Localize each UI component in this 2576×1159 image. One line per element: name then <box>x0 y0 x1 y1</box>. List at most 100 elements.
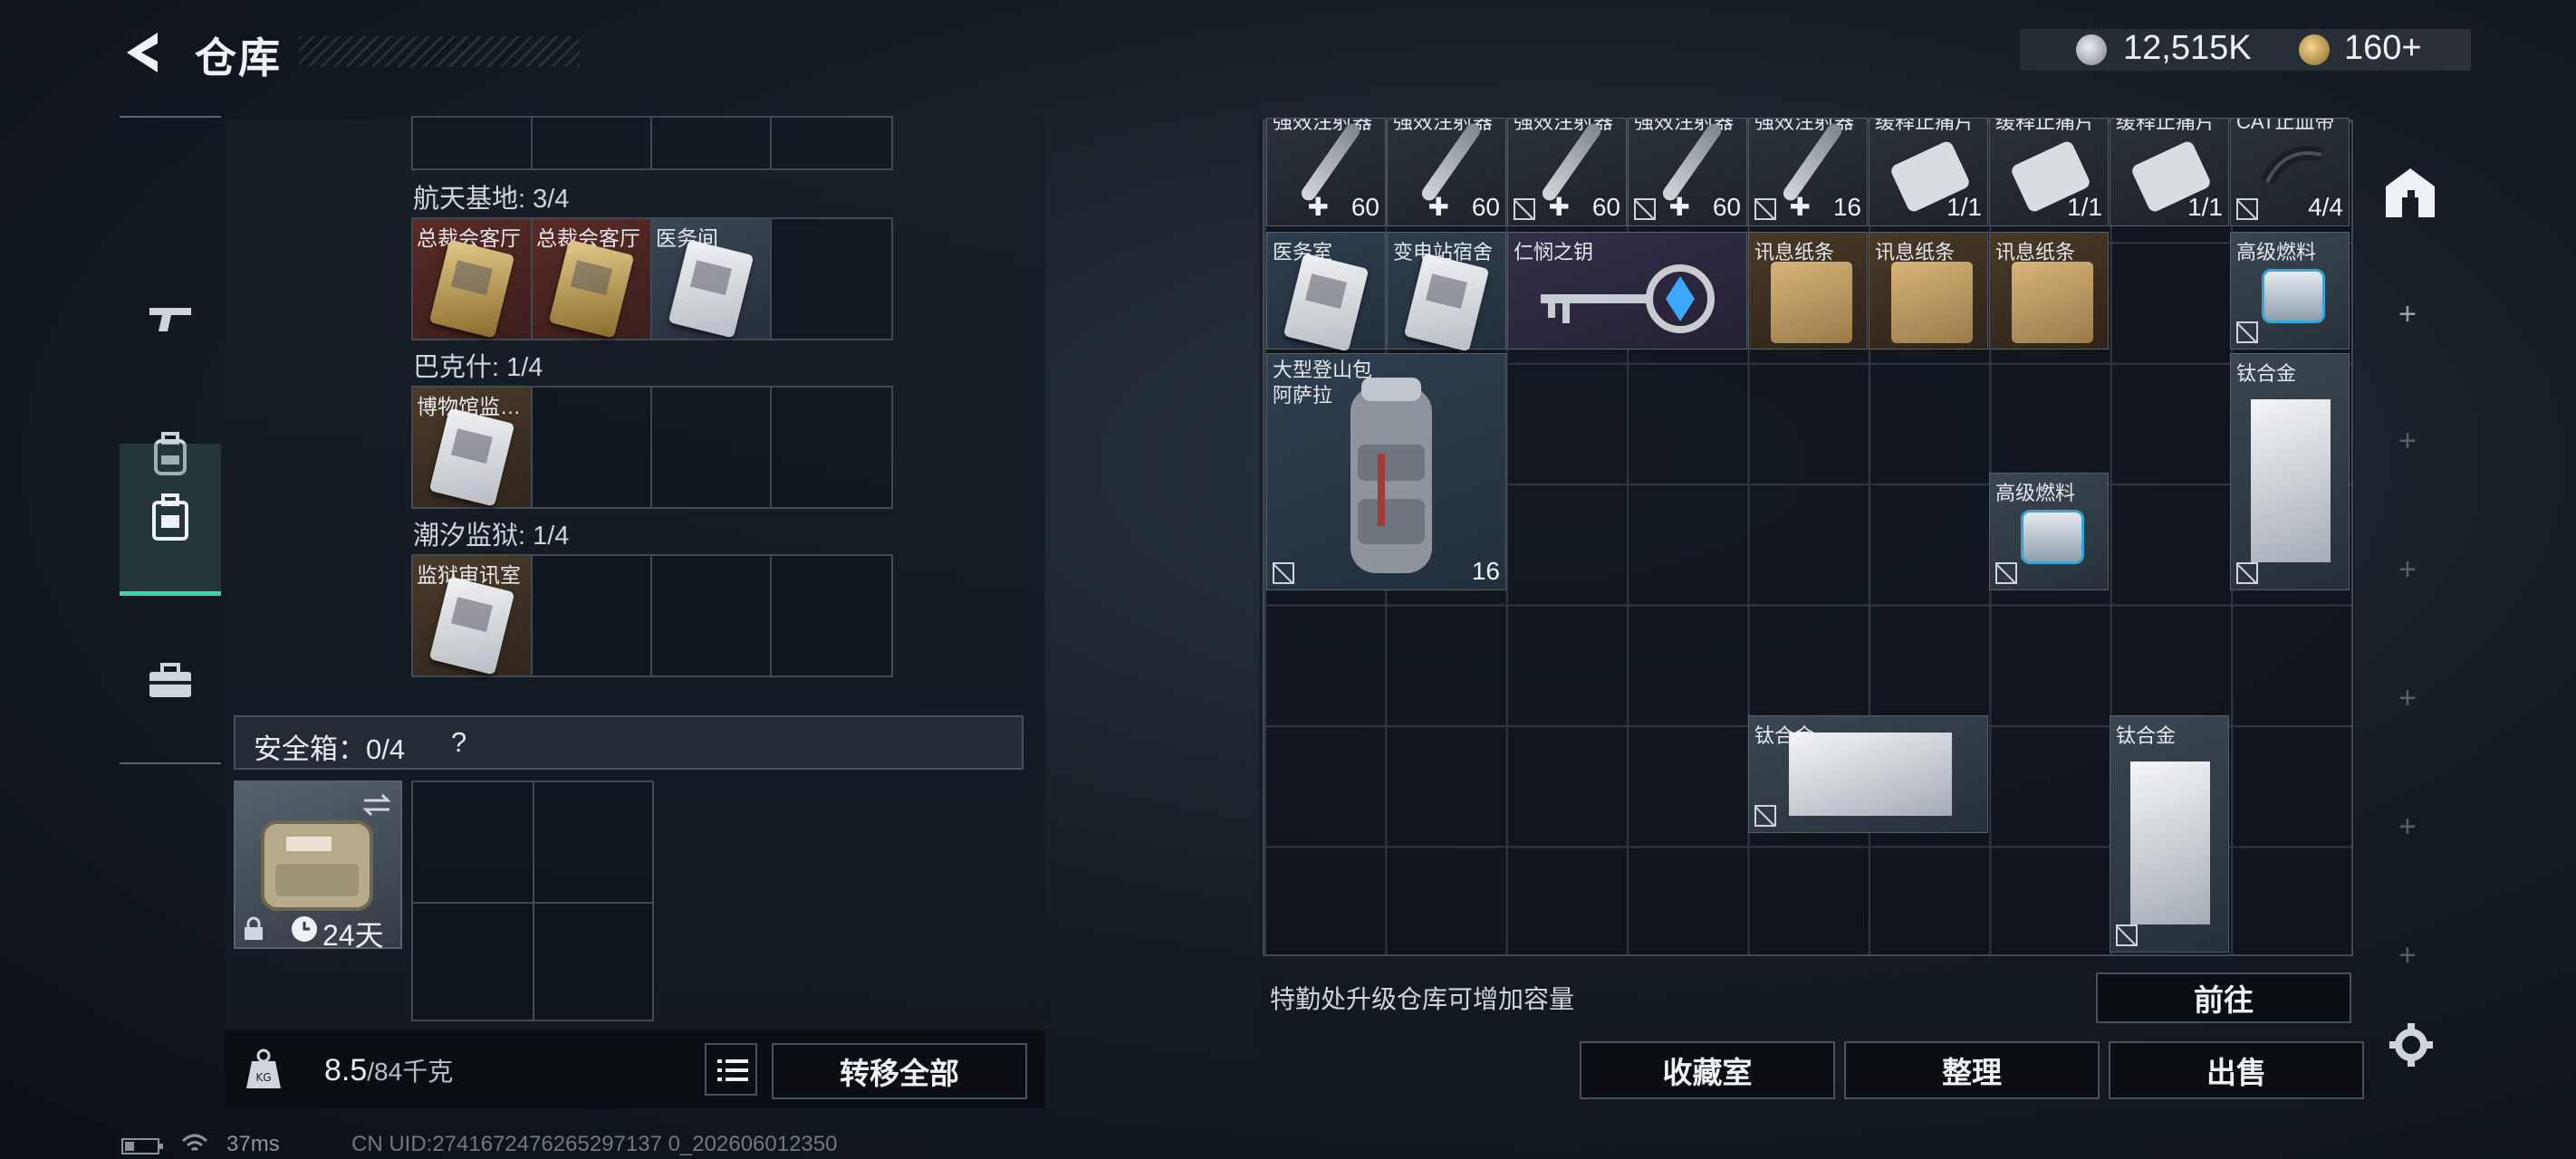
nav-storage[interactable] <box>120 444 221 596</box>
pill-item[interactable]: 缓释止痛片 1/1 <box>1869 118 1988 226</box>
item-label: 高级燃料 <box>2236 241 2317 263</box>
gold-balance[interactable]: 160+ <box>2344 29 2422 68</box>
title-decoration <box>299 36 580 67</box>
item-label: 缓释止痛片 <box>2116 118 2216 133</box>
empty-slot[interactable] <box>533 388 652 507</box>
item-label: CAT止血带 <box>2236 118 2335 133</box>
key-row-bakesh: 博物馆监… <box>411 386 893 509</box>
injector-item[interactable]: 强效注射器 16 ✚ <box>1748 118 1868 226</box>
empty-slot[interactable] <box>652 388 772 507</box>
item-count: 16 <box>1832 193 1861 221</box>
keycard-icon <box>1283 253 1370 352</box>
key-row-aerospace: 总裁会客厅 总裁会客厅 医务间 <box>411 217 893 340</box>
silver-balance: 12,515K <box>2123 29 2252 67</box>
message-note-item[interactable]: 讯息纸条 <box>1869 232 1988 350</box>
fuel-item[interactable]: 高级燃料 <box>1989 473 2109 590</box>
keycard-icon <box>548 239 635 339</box>
titanium-item[interactable]: 钛合金 <box>2110 715 2229 953</box>
organize-button[interactable]: 整理 <box>1844 1041 2100 1099</box>
lock-icon <box>245 916 263 940</box>
top-bar: 仓库 12,515K 160+ <box>0 0 2576 109</box>
page-title: 仓库 <box>195 34 282 81</box>
injector-item[interactable]: 强效注射器 60 ✚ <box>1507 118 1627 226</box>
battery-icon <box>121 1138 163 1154</box>
slot[interactable] <box>772 118 891 168</box>
message-note-item[interactable]: 讯息纸条 <box>1748 232 1868 350</box>
item-count: 60 <box>1712 193 1741 221</box>
help-icon[interactable]: ? <box>451 726 466 759</box>
transfer-all-button[interactable]: 转移全部 <box>772 1043 1027 1099</box>
safe-box-item[interactable]: 24天 <box>234 781 402 952</box>
settings-gear-icon[interactable] <box>2388 1021 2435 1068</box>
item-count: 60 <box>1350 193 1379 221</box>
titanium-item[interactable]: 钛合金 <box>2230 353 2350 590</box>
slot[interactable] <box>413 118 533 168</box>
swap-icon[interactable] <box>360 791 393 819</box>
nav-weapons[interactable] <box>120 268 221 369</box>
add-tab-icon[interactable]: + <box>2398 297 2417 332</box>
clock-icon <box>292 916 317 942</box>
collection-button[interactable]: 收藏室 <box>1580 1041 1835 1099</box>
goto-button[interactable]: 前往 <box>2096 972 2351 1023</box>
add-tab-icon[interactable]: + <box>2398 424 2417 459</box>
injector-item[interactable]: 强效注射器 60 ✚ <box>1266 118 1386 226</box>
item-count: 60 <box>1591 193 1620 221</box>
gun-icon <box>149 308 191 331</box>
fuel-can-icon <box>2262 269 2325 323</box>
item-label: 钛合金 <box>2116 724 2177 747</box>
no-trade-icon <box>1514 198 1535 220</box>
warehouse-tab-icon[interactable] <box>2382 165 2438 221</box>
item-count: 60 <box>1471 193 1500 221</box>
keycard-item[interactable]: 变电站宿舍 <box>1387 232 1506 352</box>
item-count: 16 <box>1471 557 1500 585</box>
message-note-item[interactable]: 讯息纸条 <box>1989 232 2109 350</box>
key-slot[interactable]: 总裁会客厅 <box>413 219 533 339</box>
injector-item[interactable]: 强效注射器 60 ✚ <box>1387 118 1506 226</box>
nav-toolbox[interactable] <box>120 630 221 732</box>
keycard-icon <box>668 239 755 339</box>
tourniquet-item[interactable]: CAT止血带 4/4 <box>2230 118 2350 226</box>
key-slot[interactable]: 总裁会客厅 <box>533 219 652 339</box>
list-view-button[interactable] <box>705 1043 757 1096</box>
injector-item[interactable]: 强效注射器 60 ✚ <box>1628 118 1747 226</box>
slot[interactable] <box>533 118 652 168</box>
plus-icon: ✚ <box>1789 193 1811 221</box>
no-trade-icon <box>2236 321 2258 343</box>
pill-item[interactable]: 缓释止痛片 1/1 <box>2110 118 2229 226</box>
mercy-key-item[interactable]: 仁悯之钥 <box>1507 232 1747 350</box>
key-slot[interactable]: 监狱审讯室 <box>413 556 533 675</box>
keycard-item[interactable]: 医务室 <box>1266 232 1386 352</box>
backpack-item[interactable]: 大型登山包 阿萨拉 16 <box>1266 353 1506 590</box>
no-trade-icon <box>2236 562 2258 584</box>
bag-icon <box>152 493 188 541</box>
add-tab-icon[interactable]: + <box>2398 681 2417 716</box>
category-nav <box>120 116 221 764</box>
safe-box-grid[interactable] <box>411 781 654 1021</box>
item-label: 高级燃料 <box>1995 482 2076 504</box>
titanium-item[interactable]: 钛合金 <box>1748 715 1988 833</box>
empty-slot[interactable] <box>772 556 891 675</box>
back-arrow-icon[interactable] <box>118 27 168 78</box>
item-label: 钛合金 <box>2236 362 2297 385</box>
wifi-icon <box>181 1134 208 1152</box>
paper-icon <box>2012 262 2093 343</box>
keycard-icon <box>428 239 515 339</box>
empty-slot[interactable] <box>772 388 891 507</box>
pill-item[interactable]: 缓释止痛片 1/1 <box>1989 118 2109 226</box>
empty-slot[interactable] <box>772 219 891 339</box>
key-slot[interactable]: 医务间 <box>652 219 772 339</box>
slot[interactable] <box>652 118 772 168</box>
weight-max: /84千克 <box>367 1058 454 1086</box>
list-icon <box>717 1059 748 1081</box>
add-tab-icon[interactable]: + <box>2398 809 2417 845</box>
gold-coin-icon <box>2299 34 2330 65</box>
add-tab-icon[interactable]: + <box>2398 938 2417 973</box>
key-slot[interactable]: 博物馆监… <box>413 388 533 507</box>
sell-button[interactable]: 出售 <box>2109 1041 2364 1099</box>
add-tab-icon[interactable]: + <box>2398 552 2417 588</box>
safe-box-header[interactable]: 安全箱：0/4 ? <box>234 715 1024 770</box>
storage-grid[interactable]: 强效注射器 60 ✚ 强效注射器 60 ✚ 强效注射器 60 ✚ 强效注射器 60 ✚ 强效注射… <box>1263 118 2353 956</box>
empty-slot[interactable] <box>533 556 652 675</box>
empty-slot[interactable] <box>652 556 772 675</box>
fuel-item[interactable]: 高级燃料 <box>2230 232 2350 350</box>
